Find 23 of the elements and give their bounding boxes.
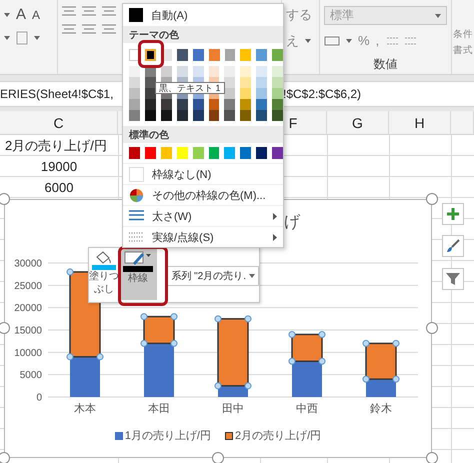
axis-tick-label: 5000 (20, 370, 42, 382)
axis-tick-label: 30000 (14, 258, 42, 270)
category-label: 本田 (148, 403, 170, 415)
tooltip: 黒、テキスト 1 (155, 82, 225, 94)
formula-text: ERIES(Sheet4!$C$1, (0, 87, 114, 101)
axis-tick-label: 25000 (14, 280, 42, 292)
table-cell: 19000 (40, 159, 78, 174)
legend-label: 1月の売り上げ/円 (124, 429, 211, 443)
legend-label: 2月の売り上げ/円 (235, 429, 322, 443)
formula-text: !$C$2:$C$6,2) (283, 87, 362, 101)
table-cell: 2月の売り上げ/円 (5, 136, 107, 154)
section-header: テーマの色 (123, 26, 283, 43)
group-label: 数値 (374, 56, 398, 73)
section-header: 標準の色 (123, 126, 283, 143)
category-label: 木本 (74, 403, 96, 415)
axis-tick-label: 10000 (14, 348, 42, 359)
axis-tick-label: 0 (36, 392, 42, 404)
category-label: 田中 (222, 403, 244, 415)
category-label: 鈴木 (370, 403, 392, 415)
category-label: 中西 (296, 403, 318, 415)
table-cell: 6000 (44, 180, 74, 195)
axis-tick-label: 15000 (14, 326, 42, 336)
axis-tick-label: 20000 (14, 303, 42, 314)
